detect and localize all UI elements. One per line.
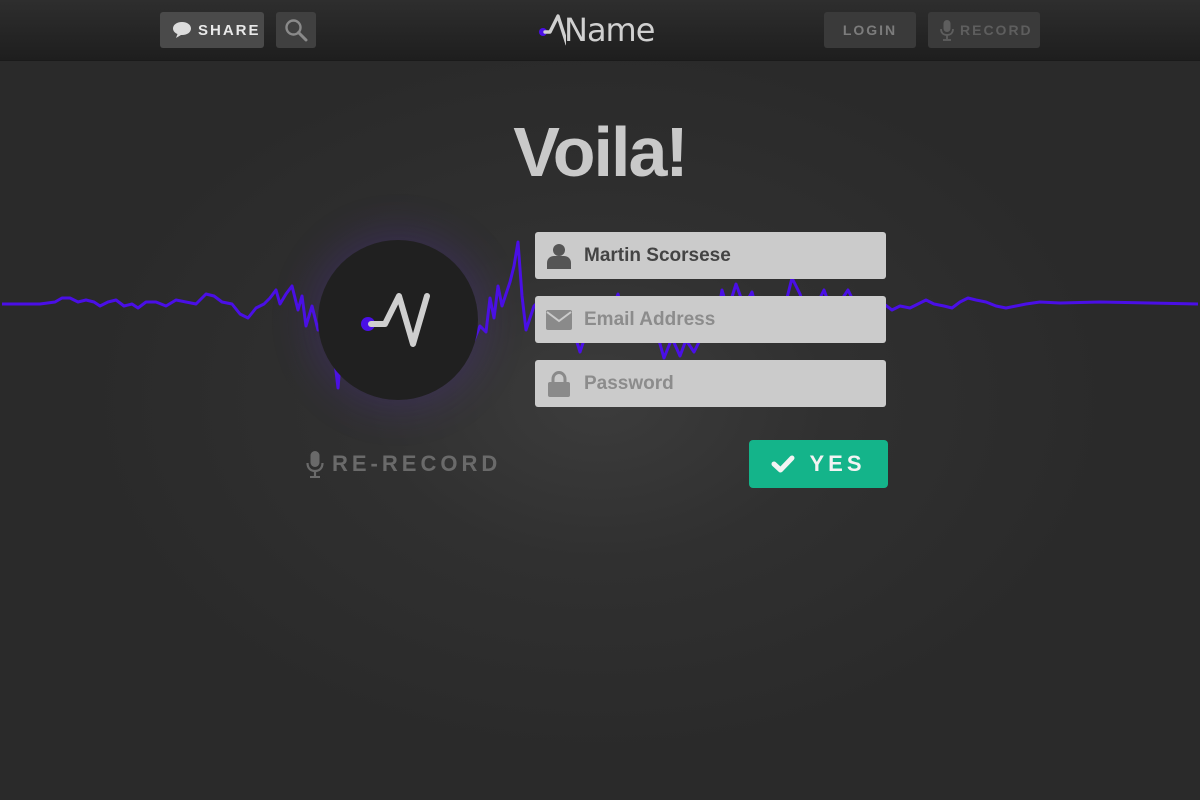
name-field[interactable]	[535, 232, 886, 279]
yes-button[interactable]: YES	[749, 440, 888, 488]
password-input[interactable]	[582, 371, 866, 396]
yes-label: YES	[809, 451, 866, 476]
speech-bubble-icon	[173, 22, 191, 38]
rerecord-button[interactable]: RE-RECORD	[306, 450, 501, 478]
record-label: RECORD	[960, 22, 1033, 38]
checkmark-icon	[771, 455, 795, 473]
login-label: LOGIN	[842, 22, 898, 38]
microphone-icon	[306, 451, 324, 478]
rerecord-label: RE-RECORD	[332, 451, 502, 476]
share-label: SHARE	[198, 21, 261, 39]
name-input[interactable]	[582, 243, 866, 268]
share-button[interactable]: SHARE	[160, 12, 264, 48]
user-icon	[546, 243, 572, 269]
logo-mark-icon	[539, 14, 566, 46]
email-input[interactable]	[582, 307, 866, 332]
top-bar: SHARE Name LOGIN RECORD	[0, 0, 1200, 61]
search-icon	[285, 19, 308, 42]
record-button[interactable]: RECORD	[928, 12, 1040, 48]
search-button[interactable]	[276, 12, 316, 48]
page-title: Voila!	[513, 113, 688, 191]
app-logo[interactable]: Name	[536, 10, 655, 50]
lock-icon	[546, 370, 572, 397]
logo-text: Name	[564, 11, 655, 49]
voice-avatar[interactable]	[318, 240, 478, 400]
logo-mark-icon	[361, 293, 430, 347]
password-field[interactable]	[535, 360, 886, 407]
email-field[interactable]	[535, 296, 886, 343]
envelope-icon	[546, 307, 572, 333]
login-button[interactable]: LOGIN	[824, 12, 916, 48]
microphone-icon	[940, 20, 954, 41]
